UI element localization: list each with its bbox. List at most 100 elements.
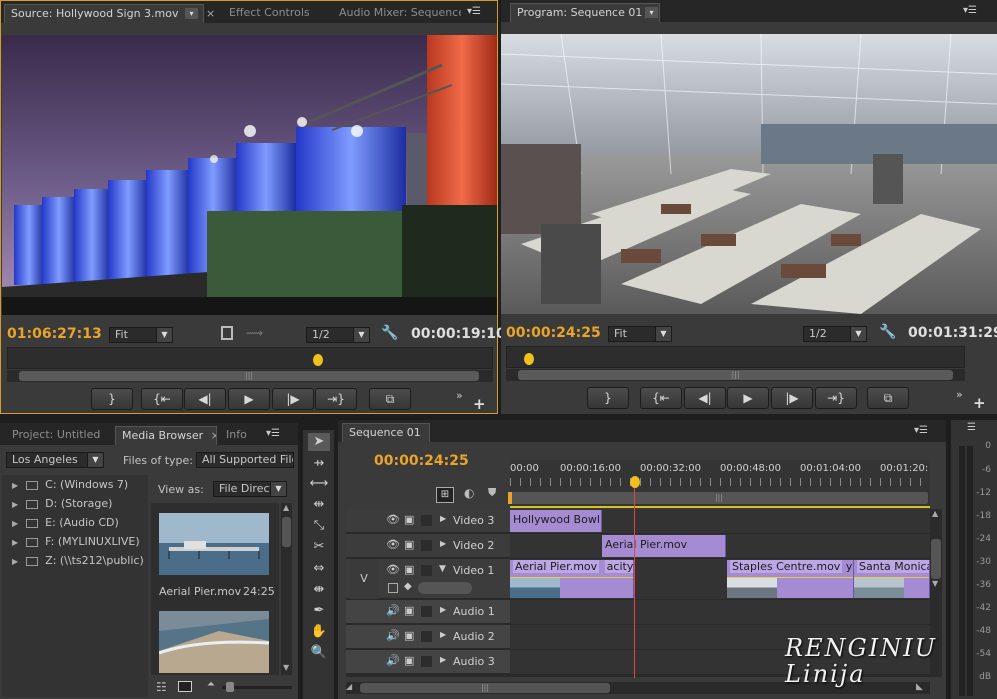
program-zoom-scrollbar[interactable]: ||| xyxy=(506,369,965,381)
film-icon[interactable]: ▣ xyxy=(404,604,414,617)
source-playhead-icon[interactable] xyxy=(313,354,323,366)
thumbnail-aerial-pier[interactable] xyxy=(159,513,269,575)
timeline-timecode[interactable]: 00:00:24:25 xyxy=(374,453,469,469)
film-strip-icon[interactable] xyxy=(221,326,233,340)
step-forward-button[interactable]: |▶ xyxy=(272,388,314,410)
lock-box-icon[interactable] xyxy=(421,656,432,667)
thumbnail-zoom-slider[interactable] xyxy=(222,682,292,692)
program-zoom-thumb[interactable]: ||| xyxy=(518,370,953,380)
display-style-icon[interactable] xyxy=(388,583,398,593)
lock-box-icon[interactable] xyxy=(421,565,432,576)
program-tab-dropdown-icon[interactable]: ▾ xyxy=(645,7,658,18)
scroll-up-arrow-icon[interactable]: ▲ xyxy=(283,503,289,512)
lock-box-icon[interactable] xyxy=(421,631,432,642)
source-time-ruler[interactable] xyxy=(7,347,493,369)
source-tab-dropdown-icon[interactable]: ▾ xyxy=(185,8,198,19)
source-tab-close-icon[interactable]: × xyxy=(206,7,215,20)
add-button-icon[interactable]: + xyxy=(473,395,486,413)
more-controls-icon[interactable]: » xyxy=(456,389,463,402)
step-back-button[interactable]: ◀| xyxy=(184,388,226,410)
program-resolution-dropdown[interactable]: 1/2 ▼ xyxy=(803,326,867,342)
timeline-playhead-line[interactable] xyxy=(634,488,635,678)
insert-button[interactable]: ⧉ xyxy=(369,388,411,410)
expand-arrow-icon[interactable]: ▶ xyxy=(440,655,446,664)
program-go-to-in-button[interactable]: {⇤ xyxy=(640,387,682,409)
tab-sequence[interactable]: Sequence 01 × xyxy=(342,423,430,442)
scroll-down-arrow-icon[interactable]: ▼ xyxy=(283,663,289,672)
program-play-button[interactable]: ▶ xyxy=(727,387,769,409)
close-icon[interactable]: × xyxy=(211,429,216,442)
tab-audio-mixer[interactable]: Audio Mixer: Sequence 0 xyxy=(333,4,461,23)
track-select-tool-icon[interactable]: ⇸ xyxy=(308,455,330,473)
slider-handle[interactable] xyxy=(226,682,234,692)
clip-aerial-pier-v1[interactable]: Aerial Pier.mov acity ▾ xyxy=(510,560,634,598)
track-header-video-2[interactable]: 👁 ▣ ▶ Video 2 xyxy=(346,534,510,558)
play-button[interactable]: ▶ xyxy=(228,388,270,410)
tab-media-browser[interactable]: Media Browser × xyxy=(115,426,217,445)
expand-arrow-icon[interactable]: ▶ xyxy=(12,557,18,566)
ripple-edit-tool-icon[interactable]: ⟷ xyxy=(308,475,330,493)
scroll-thumb[interactable] xyxy=(931,539,941,579)
files-of-type-dropdown[interactable]: All Supported Files xyxy=(196,452,294,468)
program-add-button-icon[interactable]: + xyxy=(973,394,986,412)
program-more-controls-icon[interactable]: » xyxy=(956,388,963,401)
rate-stretch-tool-icon[interactable]: ⤡ xyxy=(308,517,330,535)
zoom-out-mountain-icon[interactable]: ◢ xyxy=(346,682,352,691)
expand-arrow-icon[interactable]: ▶ xyxy=(12,519,18,528)
drive-item[interactable]: ▶ Z: (\\ts212\public) xyxy=(12,554,144,567)
source-panel-menu-icon[interactable]: ▾☰ xyxy=(463,5,485,19)
source-v-label[interactable]: V xyxy=(350,559,378,599)
eye-icon[interactable]: 👁 xyxy=(386,563,400,576)
source-zoom-scrollbar[interactable]: ||| xyxy=(7,370,493,382)
film-icon[interactable]: ▣ xyxy=(404,629,414,642)
tab-effect-controls[interactable]: Effect Controls xyxy=(223,4,323,23)
clip-santa-monica[interactable]: Santa Monica xyxy=(854,560,930,598)
view-as-dropdown[interactable]: File Directory ▼ xyxy=(213,481,287,497)
clip-effect-label[interactable]: acity xyxy=(604,560,633,573)
tab-project[interactable]: Project: Untitled xyxy=(6,426,112,445)
slide-tool-icon[interactable]: ⇼ xyxy=(308,581,330,599)
opacity-line[interactable] xyxy=(510,577,633,578)
work-area-in-marker[interactable] xyxy=(508,492,512,504)
program-mark-in-button[interactable]: } xyxy=(587,387,629,409)
expand-arrow-icon[interactable]: ▶ xyxy=(440,630,446,639)
lock-box-icon[interactable] xyxy=(421,540,432,551)
speaker-icon[interactable]: 🔊 xyxy=(386,654,400,667)
expand-arrow-icon[interactable]: ▶ xyxy=(12,500,18,509)
program-panel-menu-icon[interactable]: ▾☰ xyxy=(959,4,981,18)
clip-aerial-pier-v2[interactable]: Aerial Pier.mov xyxy=(602,535,726,557)
source-fit-dropdown[interactable]: Fit ▼ xyxy=(109,327,173,343)
audio-wave-icon[interactable]: ⟿ xyxy=(246,326,263,340)
add-marker-icon[interactable]: ◐ xyxy=(464,486,474,500)
drive-item[interactable]: ▶ E: (Audio CD) xyxy=(12,516,119,529)
drive-item[interactable]: ▶ C: (Windows 7) xyxy=(12,478,128,491)
source-zoom-thumb[interactable]: ||| xyxy=(19,371,479,381)
location-dropdown[interactable]: Los Angeles ▼ xyxy=(6,452,104,468)
track-header-audio-3[interactable]: 🔊 ▣ ▶ Audio 3 xyxy=(346,650,510,674)
program-go-to-out-button[interactable]: ⇥} xyxy=(815,387,857,409)
project-vertical-scrollbar[interactable]: ▲ ▼ xyxy=(281,503,292,675)
eye-icon[interactable]: 👁 xyxy=(386,513,400,526)
slip-tool-icon[interactable]: ⇔ xyxy=(308,560,330,578)
opacity-line[interactable] xyxy=(727,577,853,578)
wrench-icon[interactable]: 🔧 xyxy=(381,325,398,341)
track-header-audio-1[interactable]: 🔊 ▣ ▶ Audio 1 xyxy=(346,600,510,624)
expand-arrow-icon[interactable]: ▶ xyxy=(12,538,18,547)
lock-box-icon[interactable] xyxy=(421,515,432,526)
close-icon[interactable]: × xyxy=(428,426,429,439)
track-header-audio-2[interactable]: 🔊 ▣ ▶ Audio 2 xyxy=(346,625,510,649)
clip-staples-centre[interactable]: Staples Centre.mov y ▾ xyxy=(727,560,854,598)
rolling-edit-tool-icon[interactable]: ⇹ xyxy=(308,496,330,514)
film-icon[interactable]: ▣ xyxy=(404,563,414,576)
collapse-arrow-icon[interactable]: ▼ xyxy=(439,564,446,574)
scroll-thumb[interactable] xyxy=(282,517,291,547)
speaker-icon[interactable]: 🔊 xyxy=(386,604,400,617)
tab-source[interactable]: Source: Hollywood Sign 3.mov xyxy=(4,4,204,23)
source-timecode[interactable]: 01:06:27:13 xyxy=(7,326,102,342)
hand-tool-icon[interactable]: ✋ xyxy=(308,623,330,641)
mark-in-button[interactable]: } xyxy=(91,388,133,410)
eye-icon[interactable]: 👁 xyxy=(386,538,400,551)
scroll-up-arrow-icon[interactable]: ▲ xyxy=(932,509,938,518)
icon-view-icon[interactable] xyxy=(178,681,192,692)
scroll-down-arrow-icon[interactable]: ▼ xyxy=(932,579,938,588)
